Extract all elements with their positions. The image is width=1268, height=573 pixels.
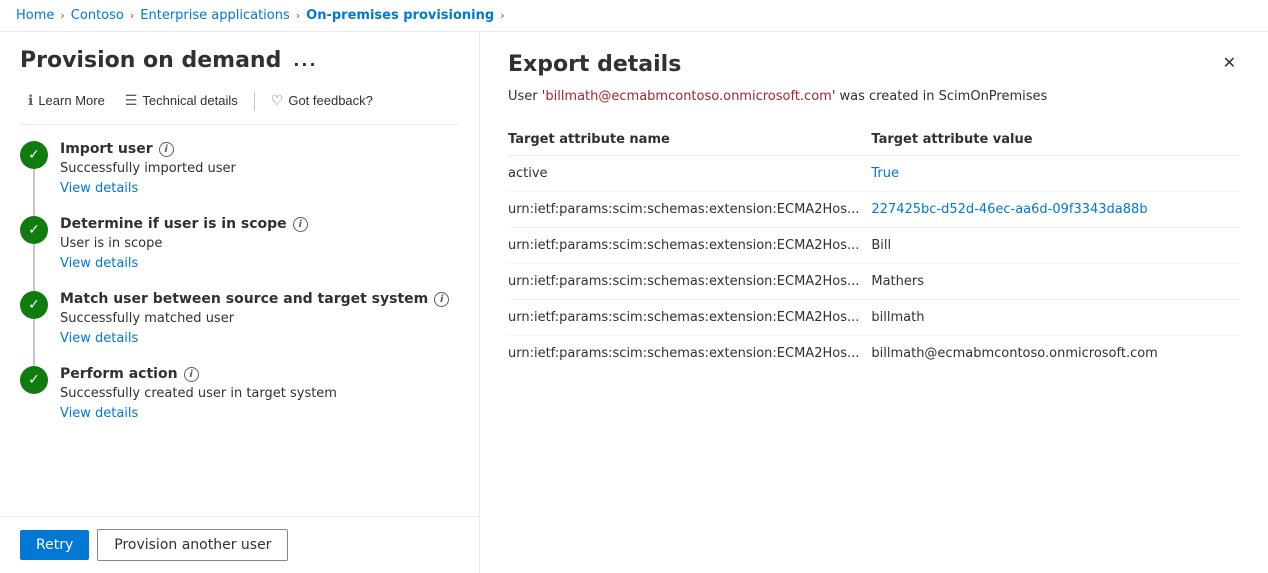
table-row: urn:ietf:params:scim:schemas:extension:E… — [508, 300, 1240, 336]
step-2-title: Determine if user is in scope — [60, 216, 287, 232]
heart-icon: ♡ — [271, 92, 284, 109]
step-2-icon: ✓ — [20, 216, 48, 244]
ellipsis-menu-button[interactable]: ... — [289, 49, 321, 72]
close-button[interactable]: ✕ — [1219, 52, 1240, 76]
attr-value-cell: True — [871, 156, 1240, 192]
breadcrumb-on-premises[interactable]: On-premises provisioning — [306, 8, 494, 23]
toolbar: ℹ Learn More ☰ Technical details ♡ Got f… — [20, 87, 459, 125]
subtitle-prefix: User ' — [508, 89, 545, 104]
step-4-view-details[interactable]: View details — [60, 406, 138, 421]
col-value-header: Target attribute value — [871, 124, 1240, 156]
step-import-user: ✓ Import user i Successfully imported us… — [20, 141, 459, 196]
table-body: activeTrueurn:ietf:params:scim:schemas:e… — [508, 156, 1240, 372]
attr-name-cell: urn:ietf:params:scim:schemas:extension:E… — [508, 264, 871, 300]
breadcrumb-sep-4: › — [500, 9, 504, 22]
step-1-title-row: Import user i — [60, 141, 459, 157]
retry-button[interactable]: Retry — [20, 530, 89, 560]
subtitle-user: billmath@ecmabmcontoso.onmicrosoft.com — [545, 89, 831, 104]
step-match: ✓ Match user between source and target s… — [20, 291, 459, 346]
step-3-info-icon[interactable]: i — [434, 292, 449, 307]
step-3-title: Match user between source and target sys… — [60, 291, 428, 307]
breadcrumb-sep-2: › — [130, 9, 134, 22]
toolbar-divider — [254, 91, 255, 111]
step-4-title: Perform action — [60, 366, 178, 382]
step-1-title: Import user — [60, 141, 153, 157]
technical-details-button[interactable]: ☰ Technical details — [117, 87, 246, 114]
step-1-icon: ✓ — [20, 141, 48, 169]
step-3-description: Successfully matched user — [60, 311, 459, 326]
attr-name-cell: active — [508, 156, 871, 192]
step-scope: ✓ Determine if user is in scope i User i… — [20, 216, 459, 271]
check-icon-4: ✓ — [28, 372, 40, 388]
feedback-label: Got feedback? — [288, 93, 373, 108]
panel-subtitle: User 'billmath@ecmabmcontoso.onmicrosoft… — [508, 89, 1240, 104]
attr-value-cell: Mathers — [871, 264, 1240, 300]
panel-header: Export details ✕ — [508, 52, 1240, 77]
step-3-icon: ✓ — [20, 291, 48, 319]
breadcrumb-home[interactable]: Home — [16, 8, 54, 23]
attributes-table: Target attribute name Target attribute v… — [508, 124, 1240, 371]
step-3-title-row: Match user between source and target sys… — [60, 291, 459, 307]
table-row: urn:ietf:params:scim:schemas:extension:E… — [508, 228, 1240, 264]
attr-name-cell: urn:ietf:params:scim:schemas:extension:E… — [508, 192, 871, 228]
attr-name-cell: urn:ietf:params:scim:schemas:extension:E… — [508, 336, 871, 372]
subtitle-suffix: ' was created in ScimOnPremises — [832, 89, 1047, 104]
info-circle-icon: ℹ — [28, 92, 33, 109]
step-1-info-icon[interactable]: i — [159, 142, 174, 157]
check-icon-2: ✓ — [28, 222, 40, 238]
attr-name-cell: urn:ietf:params:scim:schemas:extension:E… — [508, 228, 871, 264]
step-1-view-details[interactable]: View details — [60, 181, 138, 196]
table-row: urn:ietf:params:scim:schemas:extension:E… — [508, 264, 1240, 300]
left-header: Provision on demand ... ℹ Learn More ☰ T… — [0, 32, 479, 125]
step-2-content: Determine if user is in scope i User is … — [60, 216, 459, 271]
right-panel: Export details ✕ User 'billmath@ecmabmco… — [480, 32, 1268, 573]
check-icon-3: ✓ — [28, 297, 40, 313]
step-3-view-details[interactable]: View details — [60, 331, 138, 346]
attr-value-cell: Bill — [871, 228, 1240, 264]
attr-value-cell: billmath — [871, 300, 1240, 336]
feedback-button[interactable]: ♡ Got feedback? — [263, 87, 381, 114]
attr-value-cell: 227425bc-d52d-46ec-aa6d-09f3343da88b — [871, 192, 1240, 228]
table-row: activeTrue — [508, 156, 1240, 192]
technical-details-label: Technical details — [142, 93, 237, 108]
left-panel: Provision on demand ... ℹ Learn More ☰ T… — [0, 32, 480, 573]
breadcrumb-contoso[interactable]: Contoso — [71, 8, 124, 23]
attr-name-cell: urn:ietf:params:scim:schemas:extension:E… — [508, 300, 871, 336]
page-title: Provision on demand — [20, 48, 281, 73]
step-perform-action: ✓ Perform action i Successfully created … — [20, 366, 459, 421]
col-name-header: Target attribute name — [508, 124, 871, 156]
learn-more-button[interactable]: ℹ Learn More — [20, 87, 113, 114]
provision-another-button[interactable]: Provision another user — [97, 529, 288, 561]
table-row: urn:ietf:params:scim:schemas:extension:E… — [508, 336, 1240, 372]
step-4-description: Successfully created user in target syst… — [60, 386, 459, 401]
step-4-icon: ✓ — [20, 366, 48, 394]
table-header: Target attribute name Target attribute v… — [508, 124, 1240, 156]
breadcrumb-sep-3: › — [296, 9, 300, 22]
breadcrumb: Home › Contoso › Enterprise applications… — [0, 0, 1268, 32]
breadcrumb-enterprise-apps[interactable]: Enterprise applications — [140, 8, 290, 23]
table-row: urn:ietf:params:scim:schemas:extension:E… — [508, 192, 1240, 228]
check-icon-1: ✓ — [28, 147, 40, 163]
panel-title: Export details — [508, 52, 681, 77]
step-4-title-row: Perform action i — [60, 366, 459, 382]
step-2-title-row: Determine if user is in scope i — [60, 216, 459, 232]
title-row: Provision on demand ... — [20, 48, 459, 73]
step-3-content: Match user between source and target sys… — [60, 291, 459, 346]
list-icon: ☰ — [125, 92, 138, 109]
step-4-content: Perform action i Successfully created us… — [60, 366, 459, 421]
step-2-view-details[interactable]: View details — [60, 256, 138, 271]
learn-more-label: Learn More — [38, 93, 104, 108]
step-2-description: User is in scope — [60, 236, 459, 251]
steps-list: ✓ Import user i Successfully imported us… — [0, 125, 479, 516]
breadcrumb-sep-1: › — [60, 9, 64, 22]
step-1-content: Import user i Successfully imported user… — [60, 141, 459, 196]
step-4-info-icon[interactable]: i — [184, 367, 199, 382]
step-1-description: Successfully imported user — [60, 161, 459, 176]
table-header-row: Target attribute name Target attribute v… — [508, 124, 1240, 156]
bottom-bar: Retry Provision another user — [0, 516, 479, 573]
step-2-info-icon[interactable]: i — [293, 217, 308, 232]
attr-value-cell: billmath@ecmabmcontoso.onmicrosoft.com — [871, 336, 1240, 372]
